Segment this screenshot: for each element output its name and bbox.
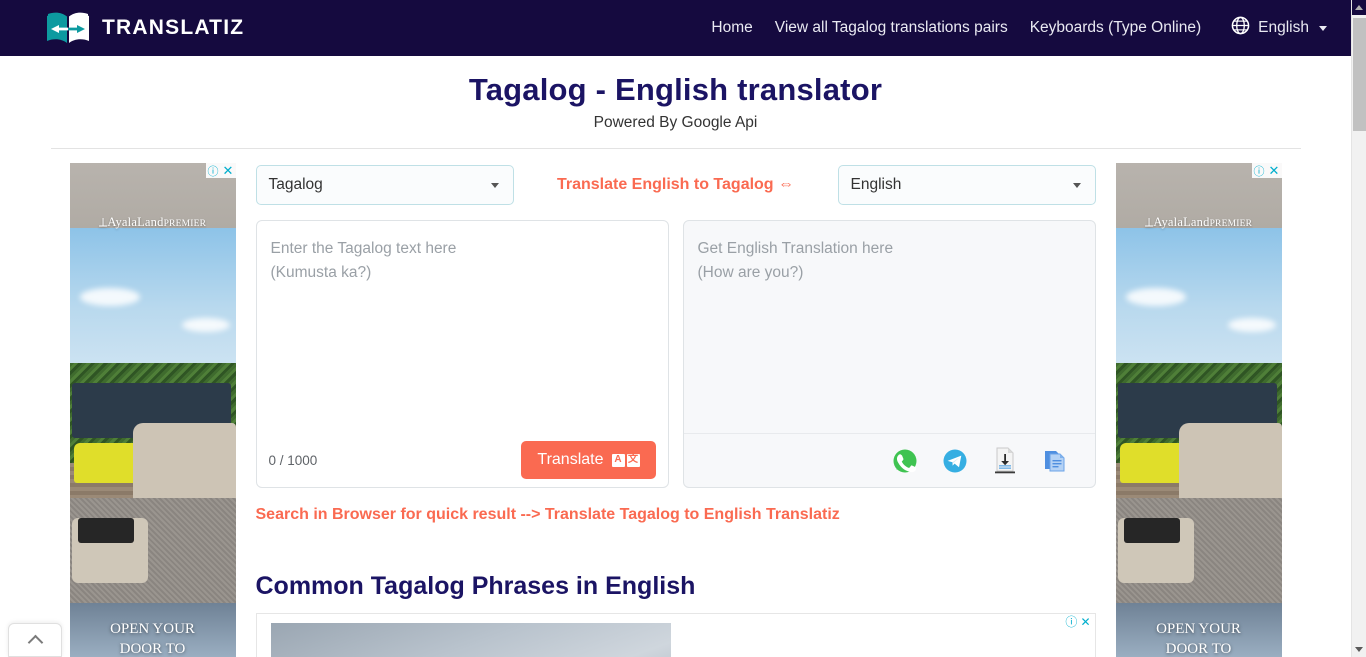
header-divider [50,148,1301,149]
ad-cloud-decor [1125,288,1186,306]
page-title: Tagalog - English translator [468,72,883,107]
translation-boxes: Enter the Tagalog text here (Kumusta ka?… [255,220,1096,488]
common-phrases-heading: Common Tagalog Phrases in English [255,572,696,600]
brand-logo-link[interactable]: TRANSLATIZ [44,10,244,46]
right-ad-banner[interactable]: ⟂AyalaLandPREMIER OPEN YOUR DOOR TO ⓘ ✕ [1115,163,1282,657]
ad-close-icon[interactable]: ✕ [1080,616,1090,628]
scroll-up-triangle-icon [1355,5,1363,10]
right-ad-headline: OPEN YOUR DOOR TO [1116,619,1282,657]
translate-icon-latin: A [611,453,625,467]
character-counter: 0 / 1000 [268,452,318,468]
right-ad-brand: ⟂AyalaLandPREMIER [1144,215,1253,229]
left-ad-brand: ⟂AyalaLandPREMIER [98,215,207,229]
scroll-up-arrow-icon[interactable] [1352,0,1366,15]
target-box-footer [683,433,1095,487]
ad-cloud-decor [1227,318,1276,332]
whatsapp-share-icon[interactable] [891,447,919,475]
scroll-to-top-button[interactable] [8,623,62,657]
left-ad-headline: OPEN YOUR DOOR TO [70,619,236,657]
nav-link-view-all-pairs[interactable]: View all Tagalog translations pairs [775,19,1008,37]
book-arrows-logo-icon [44,10,92,46]
ad-sofa-light-decor [132,423,236,508]
source-placeholder-line1: Enter the Tagalog text here [270,240,457,257]
ad-info-icon[interactable]: ⓘ [1252,163,1267,178]
translator-main: Tagalog Translate English to Tagalog ⇔ E… [255,163,1096,657]
language-row: Tagalog Translate English to Tagalog ⇔ E… [255,165,1096,205]
target-box: Get English Translation here (How are yo… [682,220,1096,488]
ad-cloud-decor [181,318,230,332]
globe-icon [1231,16,1250,40]
right-ad-brand-name: AyalaLand [1153,215,1210,229]
target-placeholder-line2: (How are you?) [697,264,804,281]
target-language-value: English [850,176,902,193]
translate-icon-cjk: 文 [626,453,640,467]
ad-info-icon[interactable]: ⓘ [1065,616,1077,628]
chevron-down-icon [1072,182,1081,188]
source-box-footer: 0 / 1000 Translate A 文 [257,433,668,487]
source-language-value: Tagalog [268,176,323,193]
left-ad-headline-line1: OPEN YOUR [110,621,195,637]
page-body: Tagalog - English translator Powered By … [0,56,1351,657]
source-textarea[interactable]: Enter the Tagalog text here (Kumusta ka?… [257,221,668,433]
right-ad-brand-suffix: PREMIER [1209,219,1253,229]
brand-name: TRANSLATIZ [102,16,245,39]
bottom-ad-controls: ⓘ ✕ [1065,616,1090,628]
search-in-browser-link[interactable]: Search in Browser for quick result --> T… [256,506,1096,524]
ad-info-icon[interactable]: ⓘ [206,163,221,178]
swap-languages-link[interactable]: Translate English to Tagalog ⇔ [514,176,838,194]
chevron-down-icon [1319,25,1327,31]
share-actions [891,447,1083,475]
chevron-up-icon [27,634,43,650]
source-language-select[interactable]: Tagalog [255,165,514,205]
right-ad-headline-line2: DOOR TO [1165,641,1232,657]
ad-tray-decor [1123,518,1180,543]
content-row: ⟂AyalaLandPREMIER OPEN YOUR DOOR TO ⓘ ✕ … [0,163,1351,657]
right-ad-controls: ⓘ ✕ [1251,163,1282,178]
chevron-down-icon [490,182,499,188]
ad-sofa-light-decor [1178,423,1282,508]
source-box: Enter the Tagalog text here (Kumusta ka?… [255,220,669,488]
left-ad-brand-suffix: PREMIER [163,219,207,229]
left-ad-headline-line2: DOOR TO [119,641,186,657]
nav-link-keyboards[interactable]: Keyboards (Type Online) [1030,19,1201,37]
google-translate-icon: A 文 [611,453,640,467]
language-label: English [1258,19,1309,36]
scrollbar-thumb[interactable] [1353,18,1366,131]
left-ad-controls: ⓘ ✕ [205,163,236,178]
nav-links: Home View all Tagalog translations pairs… [711,16,1327,40]
nav-link-home[interactable]: Home [711,19,752,37]
ad-tray-decor [77,518,134,543]
telegram-share-icon[interactable] [941,447,969,475]
bottom-ad-image [270,623,671,657]
bottom-ad-banner[interactable]: ⓘ ✕ [255,613,1096,657]
copy-document-icon[interactable] [1041,447,1069,475]
target-placeholder-line1: Get English Translation here [697,240,894,257]
scroll-down-arrow-icon[interactable] [1352,642,1366,657]
language-selector[interactable]: English [1231,16,1327,40]
top-navbar: TRANSLATIZ Home View all Tagalog transla… [0,0,1351,56]
ad-close-icon[interactable]: ✕ [1267,163,1282,178]
source-placeholder-line2: (Kumusta ka?) [270,264,372,281]
translate-button-label: Translate [537,451,604,468]
page-scrollbar[interactable] [1351,0,1366,657]
page-header: Tagalog - English translator Powered By … [0,56,1351,132]
ad-close-icon[interactable]: ✕ [221,163,236,178]
left-ad-brand-name: AyalaLand [107,215,164,229]
right-ad-headline-line1: OPEN YOUR [1156,621,1241,637]
left-ad-banner[interactable]: ⟂AyalaLandPREMIER OPEN YOUR DOOR TO ⓘ ✕ [69,163,236,657]
translate-button[interactable]: Translate A 文 [521,441,656,479]
right-ad-column: ⟂AyalaLandPREMIER OPEN YOUR DOOR TO ⓘ ✕ [1115,163,1282,657]
target-language-select[interactable]: English [837,165,1096,205]
target-textarea[interactable]: Get English Translation here (How are yo… [684,221,1095,433]
ad-cloud-decor [79,288,140,306]
scroll-down-triangle-icon [1355,647,1363,652]
download-icon[interactable] [991,447,1019,475]
left-ad-column: ⟂AyalaLandPREMIER OPEN YOUR DOOR TO ⓘ ✕ [69,163,236,657]
page-subtitle: Powered By Google Api [593,114,758,131]
